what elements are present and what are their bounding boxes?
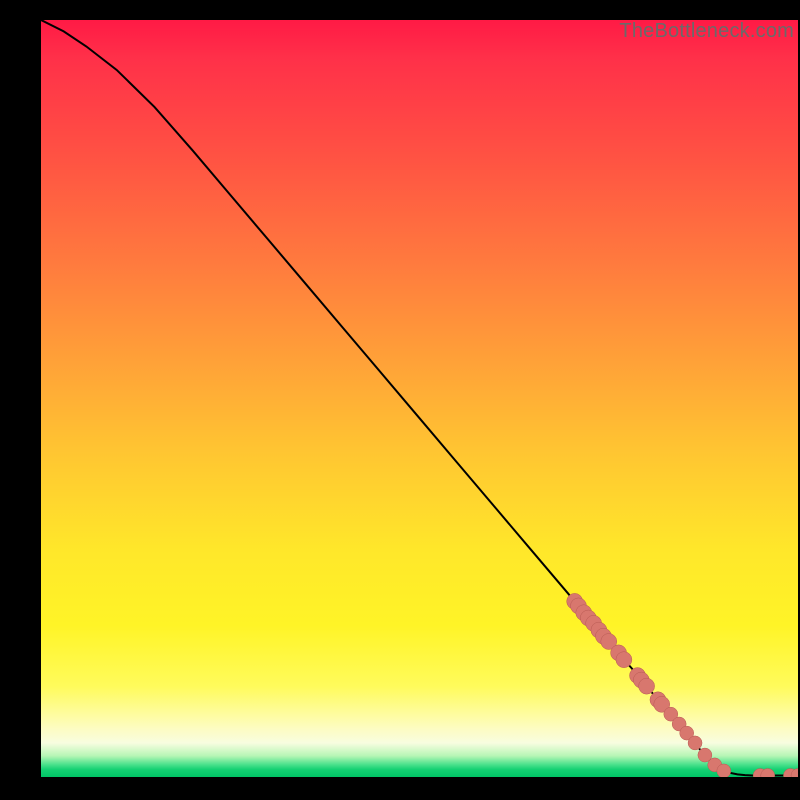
chart-svg [41, 20, 798, 777]
curve-marker [616, 652, 632, 668]
curve-marker [688, 736, 702, 750]
curve-marker [639, 678, 655, 694]
curve-marker [717, 764, 731, 777]
chart-frame: TheBottleneck.com [0, 0, 800, 800]
curve-markers [567, 593, 798, 777]
bottleneck-curve [41, 20, 798, 775]
plot-area: TheBottleneck.com [41, 20, 798, 777]
